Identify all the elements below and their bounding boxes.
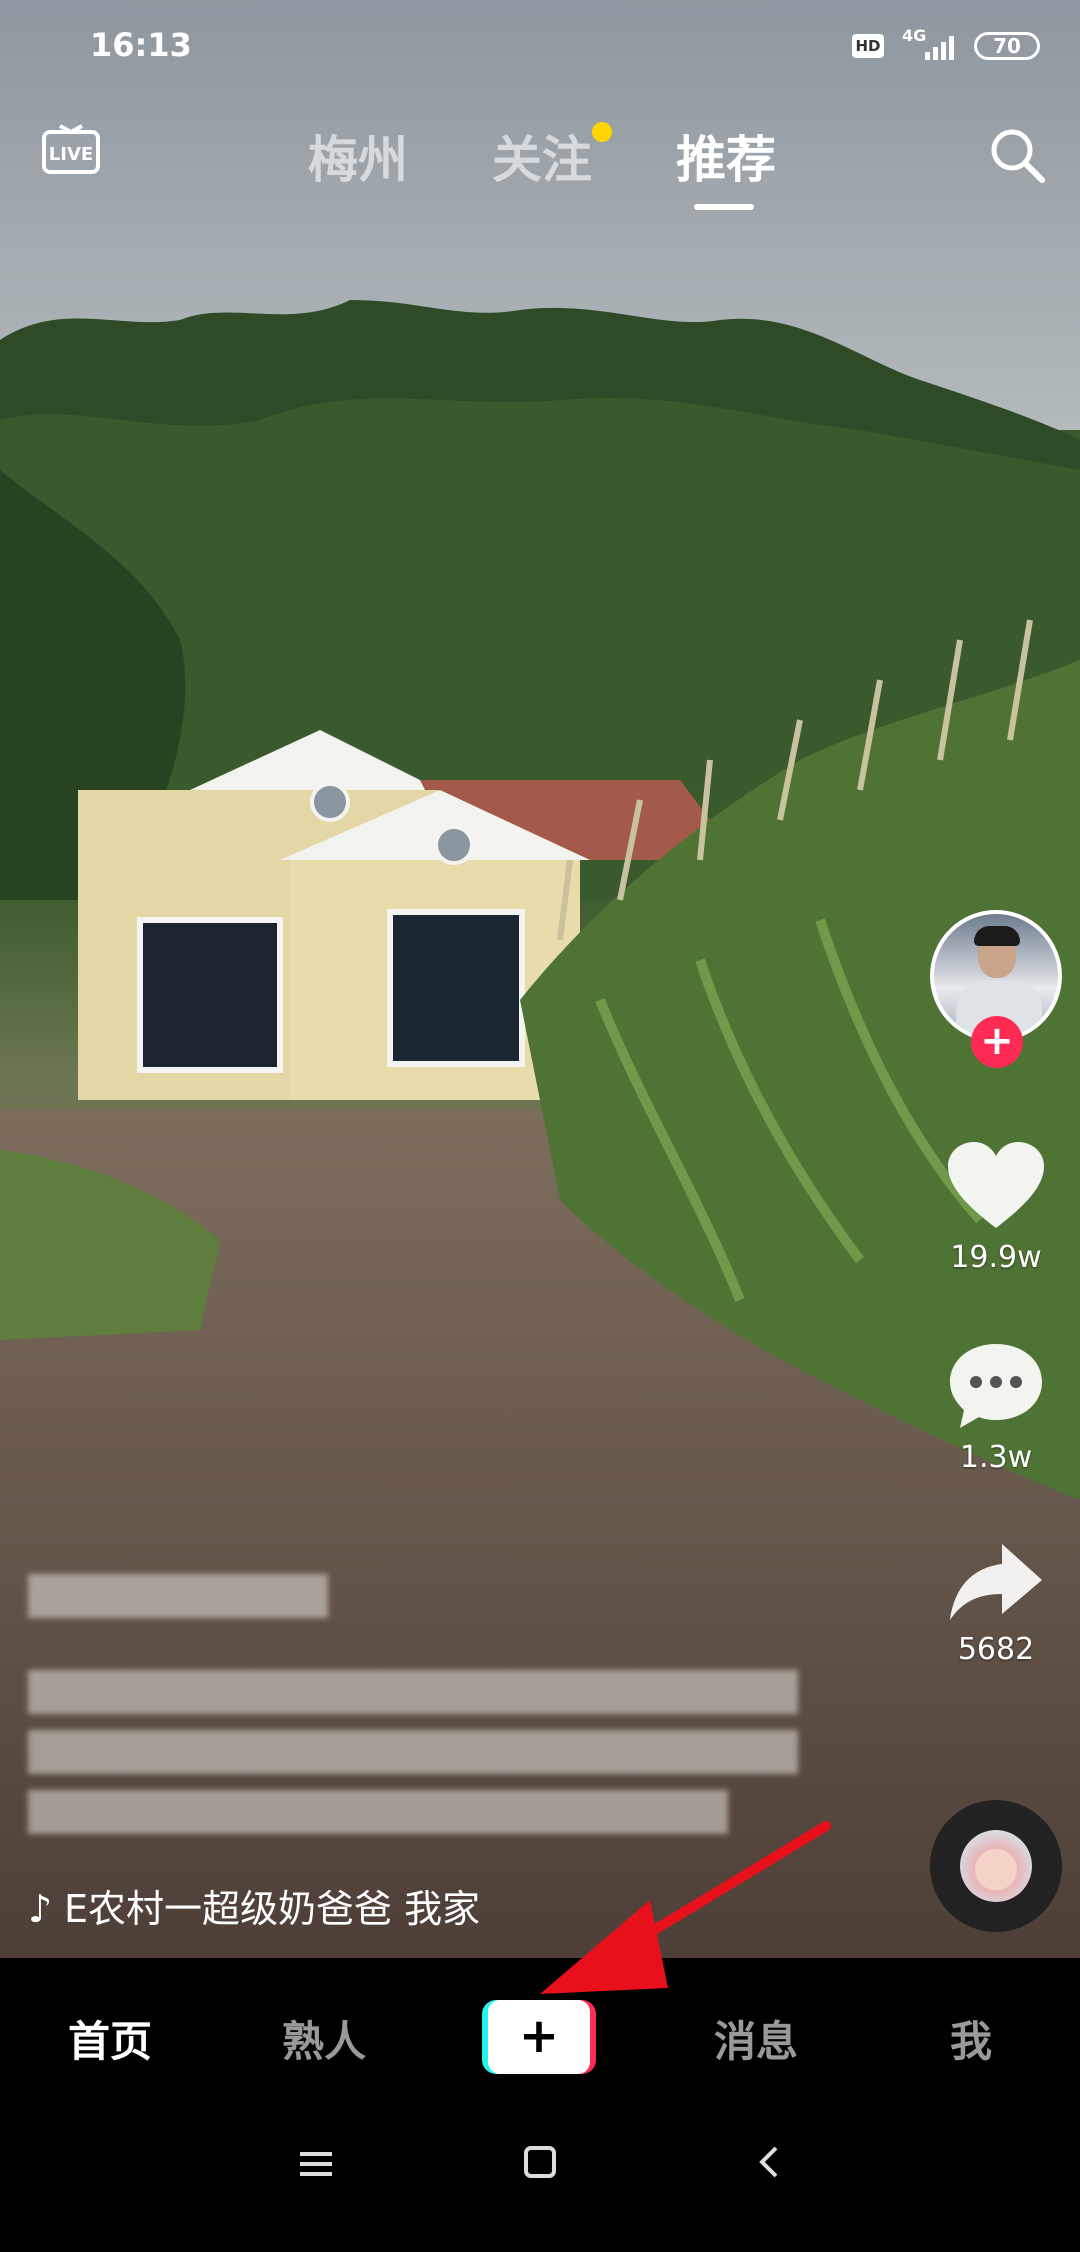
like-button[interactable]: 19.9w [926,1140,1066,1275]
status-time: 16:13 [90,26,192,64]
comment-count: 1.3w [959,1440,1033,1475]
heart-icon [948,1142,1044,1228]
network-type: 4G [902,26,927,45]
create-plus-label: + [488,2000,590,2074]
battery-level: 70 [974,32,1040,60]
nav-messages[interactable]: 消息 [714,2008,798,2069]
nav-me[interactable]: 我 [950,2008,992,2069]
nav-home[interactable]: 首页 [68,2008,152,2069]
live-label: LIVE [49,144,93,165]
search-icon[interactable] [986,124,1048,186]
music-info[interactable]: ♪ E农村一超级奶爸爸 我家 [28,1878,788,1928]
live-icon[interactable]: LIVE [38,120,104,186]
signal-icon [925,34,957,60]
back-icon[interactable] [759,2146,778,2178]
create-button[interactable]: + [482,2000,596,2074]
nav-friends[interactable]: 熟人 [282,2008,366,2069]
share-button[interactable]: 5682 [926,1540,1066,1667]
status-bar: 16:13 HD 4G 70 [0,0,1080,96]
follow-button[interactable]: + [971,1016,1023,1068]
share-count: 5682 [957,1632,1035,1667]
music-disc-icon[interactable] [930,1800,1062,1932]
caption-pixelated [28,1570,808,1840]
share-icon [950,1544,1042,1620]
comment-button[interactable]: 1.3w [926,1340,1066,1475]
music-note-icon: ♪ [28,1887,53,1928]
video-player[interactable]: 16:13 HD 4G 70 LIVE 梅州 关注 推荐 + 19.9w 1.3… [0,0,1080,1958]
system-nav-bar [0,2118,1080,2248]
home-square-icon[interactable] [524,2146,556,2178]
following-update-dot [592,122,612,142]
top-tab-bar: LIVE 梅州 关注 推荐 [0,110,1080,220]
hd-badge: HD [852,34,884,58]
active-tab-indicator [694,204,754,210]
comment-icon [950,1344,1042,1428]
bottom-nav: 首页 熟人 + 消息 我 [0,1958,1080,2118]
tab-following[interactable]: 关注 [492,120,592,192]
tab-local[interactable]: 梅州 [308,120,408,192]
music-title: E农村一超级奶爸爸 我家 [64,1887,481,1928]
menu-icon[interactable] [300,2152,332,2176]
tab-recommended[interactable]: 推荐 [676,120,776,192]
like-count: 19.9w [950,1240,1042,1275]
